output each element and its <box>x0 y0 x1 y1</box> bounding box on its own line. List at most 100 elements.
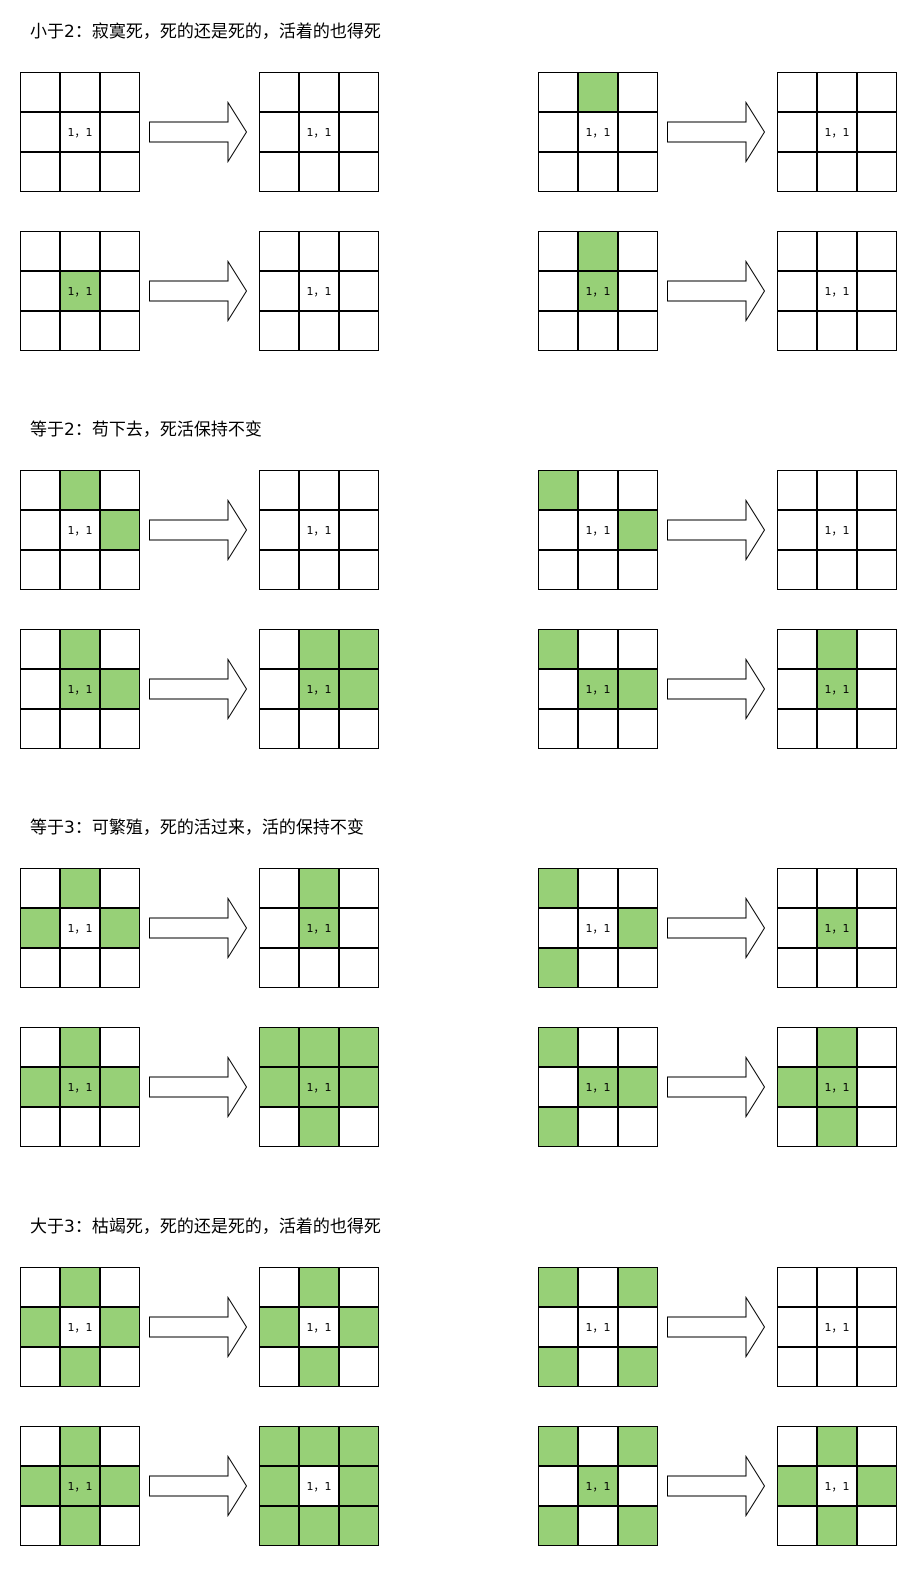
alive-cell <box>60 1506 100 1546</box>
dead-cell <box>299 311 339 351</box>
before-grid: 1，1 <box>538 1027 658 1147</box>
alive-cell <box>618 1506 658 1546</box>
dead-cell <box>339 1267 379 1307</box>
alive-cell <box>100 510 140 550</box>
dead-cell <box>299 231 339 271</box>
center-cell: 1，1 <box>817 1067 857 1107</box>
center-cell: 1，1 <box>60 669 100 709</box>
center-cell: 1，1 <box>299 1307 339 1347</box>
right-arrow-icon <box>667 1455 766 1517</box>
dead-cell <box>578 550 618 590</box>
alive-cell <box>100 1466 140 1506</box>
center-cell: 1，1 <box>817 271 857 311</box>
dead-cell <box>20 669 60 709</box>
dead-cell <box>618 271 658 311</box>
right-arrow-icon <box>667 897 766 959</box>
dead-cell <box>538 1307 578 1347</box>
dead-cell <box>100 709 140 749</box>
dead-cell <box>538 709 578 749</box>
dead-cell <box>339 550 379 590</box>
after-grid: 1，1 <box>777 470 897 590</box>
dead-cell <box>100 629 140 669</box>
dead-cell <box>777 152 817 192</box>
after-grid: 1，1 <box>777 1426 897 1546</box>
center-cell: 1，1 <box>299 1466 339 1506</box>
alive-cell <box>578 72 618 112</box>
dead-cell <box>538 311 578 351</box>
alive-cell <box>20 1067 60 1107</box>
dead-cell <box>857 1107 897 1147</box>
alive-cell <box>777 1067 817 1107</box>
alive-cell <box>60 629 100 669</box>
alive-cell <box>259 1307 299 1347</box>
dead-cell <box>618 470 658 510</box>
dead-cell <box>259 510 299 550</box>
dead-cell <box>339 271 379 311</box>
dead-cell <box>20 72 60 112</box>
center-cell: 1，1 <box>60 1307 100 1347</box>
alive-cell <box>777 1466 817 1506</box>
dead-cell <box>100 550 140 590</box>
after-grid: 1，1 <box>259 1267 379 1387</box>
section-heading: 等于2：苟下去，死活保持不变 <box>30 420 262 440</box>
dead-cell <box>100 1107 140 1147</box>
dead-cell <box>618 311 658 351</box>
dead-cell <box>339 152 379 192</box>
alive-cell <box>20 1466 60 1506</box>
dead-cell <box>777 908 817 948</box>
dead-cell <box>817 1347 857 1387</box>
alive-cell <box>299 1347 339 1387</box>
dead-cell <box>259 709 299 749</box>
dead-cell <box>857 550 897 590</box>
dead-cell <box>60 311 100 351</box>
alive-cell <box>339 669 379 709</box>
alive-cell <box>339 1067 379 1107</box>
dead-cell <box>777 1347 817 1387</box>
alive-cell <box>817 629 857 669</box>
alive-cell <box>618 908 658 948</box>
before-grid: 1，1 <box>538 231 658 351</box>
dead-cell <box>538 72 578 112</box>
before-grid: 1，1 <box>20 1267 140 1387</box>
dead-cell <box>578 629 618 669</box>
dead-cell <box>578 1107 618 1147</box>
section-heading: 小于2：寂寞死，死的还是死的，活着的也得死 <box>30 22 381 42</box>
center-cell: 1，1 <box>578 1466 618 1506</box>
alive-cell <box>618 1067 658 1107</box>
dead-cell <box>60 231 100 271</box>
before-grid: 1，1 <box>20 231 140 351</box>
center-cell: 1，1 <box>817 510 857 550</box>
alive-cell <box>60 470 100 510</box>
dead-cell <box>259 112 299 152</box>
dead-cell <box>817 72 857 112</box>
dead-cell <box>857 1506 897 1546</box>
center-cell: 1，1 <box>817 112 857 152</box>
after-grid: 1，1 <box>259 470 379 590</box>
alive-cell <box>538 1347 578 1387</box>
alive-cell <box>60 1347 100 1387</box>
dead-cell <box>538 550 578 590</box>
dead-cell <box>100 1347 140 1387</box>
alive-cell <box>618 1267 658 1307</box>
dead-cell <box>259 470 299 510</box>
right-arrow-icon <box>149 499 248 561</box>
dead-cell <box>618 868 658 908</box>
dead-cell <box>618 1027 658 1067</box>
dead-cell <box>339 1107 379 1147</box>
dead-cell <box>817 470 857 510</box>
dead-cell <box>100 868 140 908</box>
dead-cell <box>538 152 578 192</box>
dead-cell <box>857 629 897 669</box>
center-cell: 1，1 <box>817 1307 857 1347</box>
alive-cell <box>578 231 618 271</box>
right-arrow-icon <box>667 499 766 561</box>
dead-cell <box>817 868 857 908</box>
dead-cell <box>100 1506 140 1546</box>
dead-cell <box>20 1506 60 1546</box>
center-cell: 1，1 <box>60 1067 100 1107</box>
dead-cell <box>817 948 857 988</box>
dead-cell <box>339 112 379 152</box>
alive-cell <box>817 1426 857 1466</box>
dead-cell <box>339 231 379 271</box>
dead-cell <box>100 271 140 311</box>
